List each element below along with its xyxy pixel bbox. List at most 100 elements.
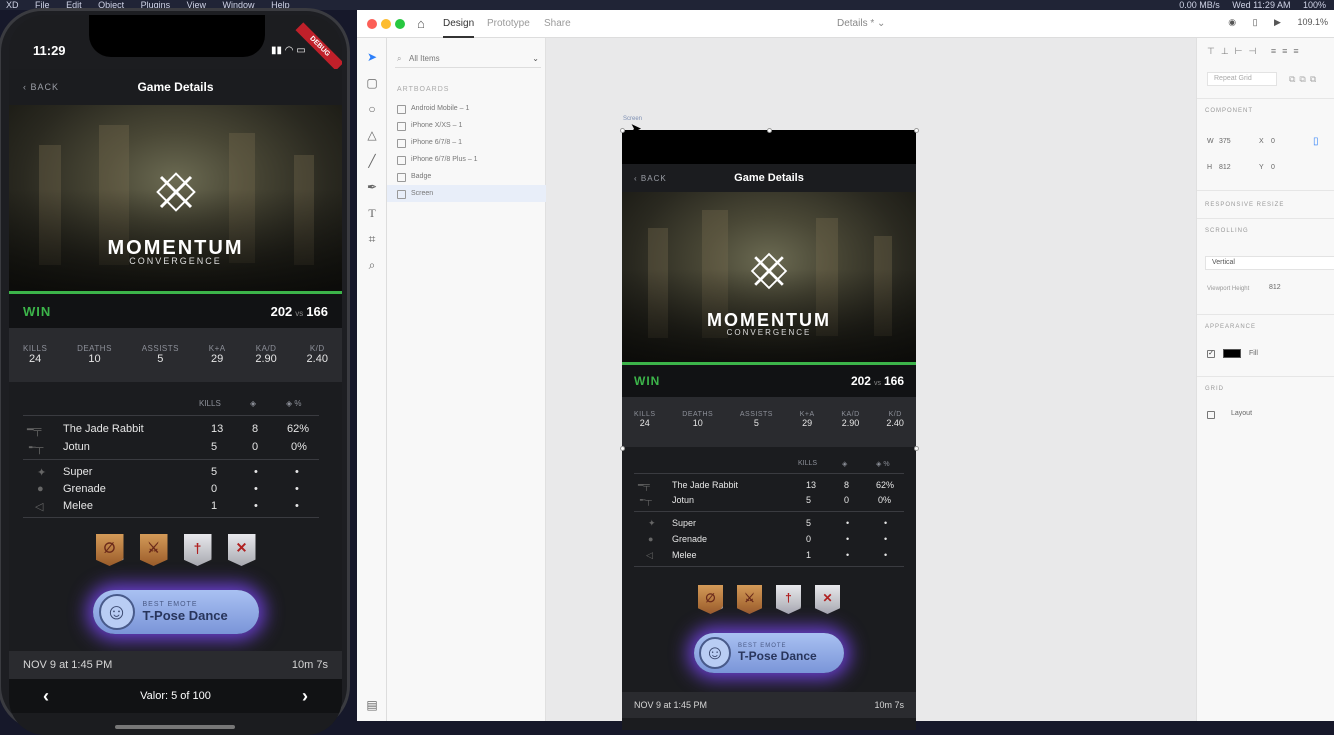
height-value[interactable]: 812 xyxy=(1219,164,1231,171)
device-preview-icon[interactable]: ▯ xyxy=(1253,17,1258,27)
network-speed: 0.00 MB/s xyxy=(1179,0,1220,10)
width-value[interactable]: 375 xyxy=(1219,138,1231,145)
layers-panel: ⌕ All Items ⌄ ARTBOARDS Android Mobile –… xyxy=(387,38,546,721)
crossed-swords-icon xyxy=(746,248,792,294)
fill-swatch[interactable] xyxy=(1223,349,1241,358)
align-icons[interactable]: ⊤⊥⊢⊣ ≡≡≡ xyxy=(1207,46,1305,57)
stats-row: KILLS 24 DEATHS 10 ASSISTS 5 K+A 29 KA/D 2.90… xyxy=(9,328,342,382)
grid-header: GRID xyxy=(1205,386,1224,392)
map-banner: MOMENTUM CONVERGENCE xyxy=(622,192,916,362)
medal-icon: ⚔ xyxy=(737,585,762,614)
copy-icons[interactable]: ⧉⧉⧉ xyxy=(1289,74,1320,85)
maximize-window-button[interactable] xyxy=(395,19,405,29)
artboard-item[interactable]: iPhone 6/7/8 Plus – 1 xyxy=(387,151,546,168)
tab-prototype[interactable]: Prototype xyxy=(487,18,530,29)
minimize-window-button[interactable] xyxy=(381,19,391,29)
resize-handle[interactable] xyxy=(914,128,919,133)
grenade-icon: ● xyxy=(37,483,44,495)
super-icon: ✦ xyxy=(648,518,656,528)
artboard-item[interactable]: Badge xyxy=(387,168,546,185)
text-tool-icon[interactable]: T xyxy=(365,206,379,220)
share-user-icon[interactable]: ◉ xyxy=(1228,17,1236,27)
stat-kd: K/D 2.40 xyxy=(306,344,328,365)
layers-panel-icon[interactable]: ▤ xyxy=(365,698,379,712)
ellipse-tool-icon[interactable]: ○ xyxy=(365,102,379,116)
status-time: 11:29 xyxy=(33,43,66,58)
resize-handle[interactable] xyxy=(620,128,625,133)
phone-simulator: 11:29 ▮▮ ◠ ▭ DEBUG ‹ BACK Game Details M… xyxy=(0,8,350,735)
next-arrow-icon[interactable]: › xyxy=(302,686,308,707)
crossed-swords-icon xyxy=(151,167,201,217)
mouse-cursor-icon: ➤ xyxy=(630,120,642,136)
result-label: WIN xyxy=(23,303,52,319)
tab-design[interactable]: Design xyxy=(443,18,475,38)
battery-level: 100% xyxy=(1302,0,1326,10)
x-value[interactable]: 0 xyxy=(1271,138,1275,145)
layers-search[interactable]: ⌕ All Items ⌄ xyxy=(395,50,541,68)
fill-checkbox[interactable]: ✓ xyxy=(1207,350,1215,358)
artboard-item[interactable]: iPhone 6/7/8 – 1 xyxy=(387,134,546,151)
home-icon[interactable]: ⌂ xyxy=(417,16,425,31)
toolbar: ➤ ▢ ○ △ ╱ ✒ T ⌗ ⌕ ▤ xyxy=(357,38,387,721)
stat-kills: KILLS 24 xyxy=(23,344,48,365)
close-window-button[interactable] xyxy=(367,19,377,29)
back-label: BACK xyxy=(30,82,60,92)
artboard-item[interactable]: iPhone X/XS – 1 xyxy=(387,117,546,134)
medal-row: ∅ 2 ⚔ † 3 ✕ xyxy=(622,585,916,614)
artboard-item[interactable]: Android Mobile – 1 xyxy=(387,100,546,117)
document-title[interactable]: Details * ⌄ xyxy=(837,18,885,29)
weapon-icon: ╾┬ xyxy=(29,442,44,454)
resize-handle[interactable] xyxy=(914,446,919,451)
clock: Wed 11:29 AM xyxy=(1232,0,1291,10)
chevron-down-icon[interactable]: ⌄ xyxy=(532,50,539,68)
rectangle-tool-icon[interactable]: ▢ xyxy=(365,76,379,90)
play-icon[interactable]: ▶ xyxy=(1274,17,1281,27)
medal-icon: ✕ xyxy=(815,585,840,614)
weapon-icon: ╾┬ xyxy=(640,495,652,505)
result-bar: WIN 202 vs 166 xyxy=(9,294,342,328)
medal-icon: ✕ xyxy=(227,534,256,566)
resize-handle[interactable] xyxy=(767,128,772,133)
result-label: WIN xyxy=(634,374,661,388)
back-button[interactable]: ‹ BACK xyxy=(23,82,59,92)
tab-share[interactable]: Share xyxy=(544,18,571,29)
melee-icon: ◁ xyxy=(646,550,653,560)
design-canvas[interactable]: Screen ‹ BACK Game Details MOMENTUM CONV… xyxy=(546,38,1196,730)
artboard-screen[interactable]: ‹ BACK Game Details MOMENTUM CONVERGENCE… xyxy=(622,130,916,730)
prev-arrow-icon[interactable]: ‹ xyxy=(43,686,49,707)
search-icon: ⌕ xyxy=(397,54,402,63)
zoom-level[interactable]: 109.1% xyxy=(1297,17,1328,27)
pen-tool-icon[interactable]: ✒ xyxy=(365,180,379,194)
medal-icon: ∅ 2 xyxy=(698,585,723,614)
best-emote-button[interactable]: ☺ BEST EMOTE T-Pose Dance xyxy=(92,590,259,634)
phone-screen: 11:29 ▮▮ ◠ ▭ DEBUG ‹ BACK Game Details M… xyxy=(9,15,342,735)
viewport-height-value[interactable]: 812 xyxy=(1269,284,1281,291)
layout-grid-checkbox[interactable] xyxy=(1207,411,1215,419)
y-value[interactable]: 0 xyxy=(1271,164,1275,171)
medal-row: ∅ 2 ⚔ † 3 ✕ xyxy=(9,534,342,566)
phone-notch xyxy=(89,15,265,57)
artboard-item-selected[interactable]: Screen xyxy=(387,185,546,202)
nav-bar: ‹ BACK Game Details xyxy=(622,164,916,192)
artboard-tool-icon[interactable]: ⌗ xyxy=(365,232,379,246)
menu-app[interactable]: XD xyxy=(6,0,19,10)
search-filter-label: All Items xyxy=(409,54,440,63)
stat-kills-assists: K+A 29 xyxy=(208,344,226,365)
scrolling-select[interactable]: Vertical xyxy=(1205,256,1334,270)
best-emote-button[interactable]: ☺ BEST EMOTE T-Pose Dance xyxy=(694,633,844,673)
repeat-grid-button[interactable]: Repeat Grid xyxy=(1207,72,1277,86)
stat-assists: ASSISTS 5 xyxy=(141,344,179,365)
polygon-tool-icon[interactable]: △ xyxy=(365,128,379,142)
stat-kad: KA/D 2.90 xyxy=(841,411,860,428)
line-tool-icon[interactable]: ╱ xyxy=(365,154,379,168)
medal-icon: † 3 xyxy=(776,585,801,614)
select-tool-icon[interactable]: ➤ xyxy=(365,50,379,64)
match-duration: 10m 7s xyxy=(874,700,904,710)
match-duration: 10m 7s xyxy=(291,659,328,671)
zoom-tool-icon[interactable]: ⌕ xyxy=(365,258,379,272)
document-icon[interactable]: ▯ xyxy=(1313,136,1319,147)
home-indicator xyxy=(115,725,235,729)
back-button[interactable]: ‹ BACK xyxy=(634,174,667,183)
resize-handle[interactable] xyxy=(620,446,625,451)
page-title: Game Details xyxy=(734,172,804,184)
